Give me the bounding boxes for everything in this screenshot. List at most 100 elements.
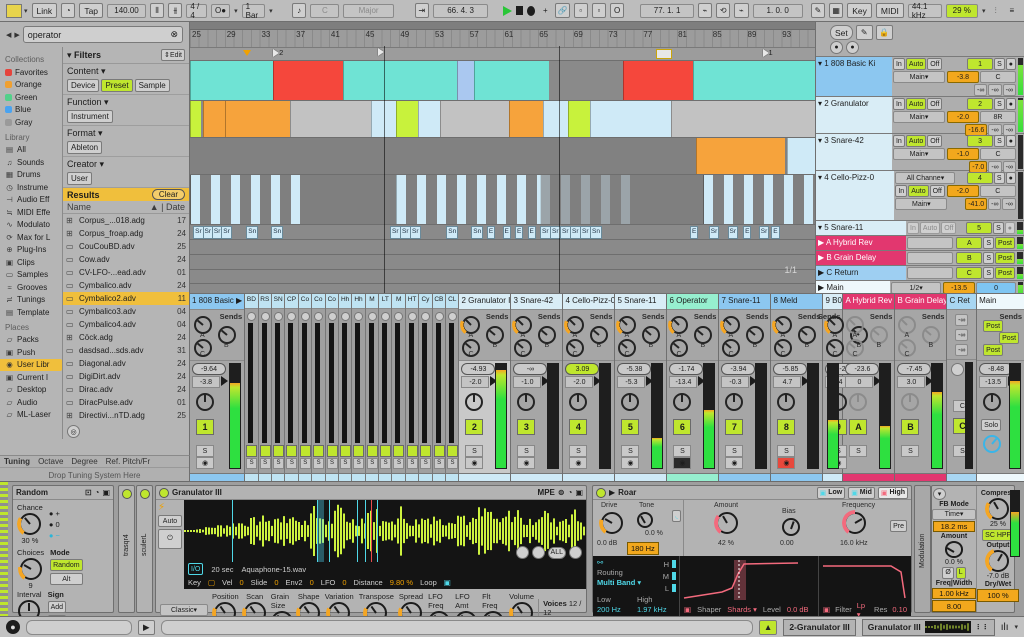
midi-clip[interactable]	[696, 138, 785, 174]
chain-activator[interactable]	[246, 445, 257, 457]
theme-swatch[interactable]	[6, 4, 22, 18]
chain-solo-button[interactable]: S	[353, 458, 364, 469]
search-input[interactable]: operator ⊗	[23, 26, 183, 43]
slide-amount[interactable]: 0	[274, 578, 278, 587]
mixer-strip[interactable]: 7 Snare-11 Sends A B C -3.94 -0.3 7 S ◉	[719, 294, 771, 481]
volume-display[interactable]: -2.0	[565, 376, 593, 388]
collapse-icon[interactable]: ▾	[933, 488, 946, 500]
warp-icon[interactable]: ⚡	[158, 502, 182, 513]
midi-clip[interactable]	[190, 61, 274, 100]
chain-knob[interactable]	[381, 312, 390, 321]
chain-fader[interactable]	[449, 323, 454, 443]
track-lane-3[interactable]	[190, 138, 815, 175]
peak-level[interactable]: -5.85	[773, 363, 807, 375]
track-header-4[interactable]: ▾ 4 Cello-Pizz-0 All Channe ▾4S● InAutoO…	[816, 170, 1024, 220]
filter-checkbox[interactable]: ▣	[823, 605, 830, 614]
peak-level[interactable]: -1.74	[669, 363, 703, 375]
volume-display[interactable]: 3.0	[897, 376, 925, 388]
chain-solo-button[interactable]: S	[260, 458, 271, 469]
levels-icon[interactable]: ılı	[1001, 622, 1009, 633]
param-knob[interactable]	[400, 602, 422, 617]
crossfader-knob[interactable]	[983, 435, 1001, 453]
track-activator[interactable]: 7	[725, 419, 743, 435]
midi-clip[interactable]	[543, 101, 569, 137]
peak-level[interactable]: 3.09	[565, 363, 599, 375]
pan-knob[interactable]	[673, 393, 691, 411]
solo-button[interactable]: S	[901, 445, 919, 457]
monitor-off[interactable]: Off	[927, 98, 942, 110]
arm-button[interactable]: ◉	[196, 457, 214, 469]
arm-button[interactable]: ●	[1005, 222, 1015, 234]
solo-button[interactable]: S	[994, 172, 1005, 184]
mixer-strip[interactable]: 8 Meld Sends A B C -5.85 4.7 8 S ◉	[771, 294, 823, 481]
phase-invert-button[interactable]: Ø	[942, 567, 953, 579]
audio-clip-chip[interactable]: E	[690, 226, 698, 239]
env2-amount[interactable]: 0	[310, 578, 314, 587]
io-tab[interactable]: I/O	[188, 563, 203, 575]
info-icon[interactable]: ●	[6, 620, 20, 634]
midi-clip[interactable]	[509, 101, 544, 137]
track-activator[interactable]: B	[901, 419, 919, 435]
shaper-checkbox[interactable]: ▣	[684, 605, 691, 614]
chain-solo-button[interactable]: S	[340, 458, 351, 469]
drum-chain-strip[interactable]: Co S	[299, 294, 312, 481]
audio-clip-chip[interactable]: Sr	[400, 226, 411, 239]
zoom-out-button[interactable]: −	[532, 546, 545, 559]
drum-chain-strip[interactable]: BD S	[245, 294, 258, 481]
routing-select[interactable]: Multi Band ▾	[597, 578, 641, 587]
pre-post-toggle[interactable]: Post	[995, 252, 1015, 264]
fb-time-field[interactable]: 18.2 ms	[933, 521, 975, 533]
browser-result-row[interactable]: ▭ Cow.adv 24	[63, 253, 189, 266]
audio-clip-chip[interactable]: E	[743, 226, 751, 239]
midi-clip[interactable]	[203, 101, 225, 137]
session-record-button[interactable]: O	[610, 3, 624, 18]
peak-level[interactable]: -4.93	[461, 363, 495, 375]
device-breadcrumb[interactable]: 2-Granulator III	[783, 619, 855, 636]
chain-activator[interactable]	[273, 445, 284, 457]
distance-amount[interactable]: 9.80 %	[390, 578, 413, 587]
device-param[interactable]: Variation 31.3 %	[325, 592, 354, 617]
chain-knob[interactable]	[287, 312, 296, 321]
track-header-1[interactable]: ▾ 1 808 Basic Ki InAutoOff1S● Main ▾-3.8…	[816, 56, 1024, 96]
chain-fader[interactable]	[342, 323, 347, 443]
chain-activator[interactable]	[420, 445, 431, 457]
pre-button[interactable]: Pre	[890, 520, 907, 532]
send-a-meter[interactable]: -∞	[974, 84, 987, 96]
chain-activator[interactable]	[300, 445, 311, 457]
browser-forward-icon[interactable]: ▶	[14, 31, 19, 39]
device-on-led[interactable]	[140, 489, 150, 499]
track-header-2[interactable]: ▾ 2 Granulator InAutoOff2S● Main ▾-2.08R…	[816, 96, 1024, 133]
audio-clip-chip[interactable]: Sr	[728, 226, 739, 239]
lfo-amount[interactable]: 0	[342, 578, 346, 587]
filter-group-label[interactable]: Creator ▾	[67, 159, 185, 170]
chain-knob[interactable]	[394, 312, 403, 321]
drum-chain-label[interactable]: Hh	[339, 294, 351, 309]
tempo-field[interactable]: 140.00	[107, 4, 146, 18]
audio-clip-chip[interactable]: Sr	[759, 226, 770, 239]
punch-in-icon[interactable]: ⌁	[698, 3, 712, 18]
volume-display[interactable]: -13.5	[979, 376, 1007, 388]
solo-button[interactable]: S	[673, 445, 691, 457]
punch-out-icon[interactable]: ⌁	[734, 3, 748, 18]
mode-alt-button[interactable]: Alt	[50, 573, 82, 585]
fb-width-field[interactable]: 8.00	[932, 600, 976, 612]
browser-result-row[interactable]: ▭ Cymbalico.adv 24	[63, 279, 189, 292]
midi-clip[interactable]	[590, 101, 672, 137]
peak-level[interactable]: -5.38	[617, 363, 651, 375]
chain-solo-button[interactable]: S	[380, 458, 391, 469]
expand-icon[interactable]: ▶	[138, 620, 155, 635]
locator-strip[interactable]: 2 1	[190, 48, 815, 61]
pan-knob[interactable]	[196, 393, 214, 411]
auto-button[interactable]: Auto	[158, 515, 182, 527]
midi-clip[interactable]	[474, 61, 549, 100]
tone-knob[interactable]	[637, 512, 653, 528]
hot-swap-icon[interactable]: ◔	[95, 488, 100, 497]
chain-knob[interactable]	[448, 312, 457, 321]
library-item[interactable]: ⊕ Plug-Ins	[5, 244, 62, 257]
drum-chain-label[interactable]: Co	[299, 294, 311, 309]
device-param[interactable]: Grain Size 87.1 ms	[271, 592, 293, 617]
solo-button[interactable]: S	[517, 445, 535, 457]
solo-button[interactable]: S	[983, 237, 994, 249]
peak-level[interactable]: -8.48	[979, 363, 1013, 375]
expand-icon[interactable]: ⊜	[558, 488, 565, 497]
